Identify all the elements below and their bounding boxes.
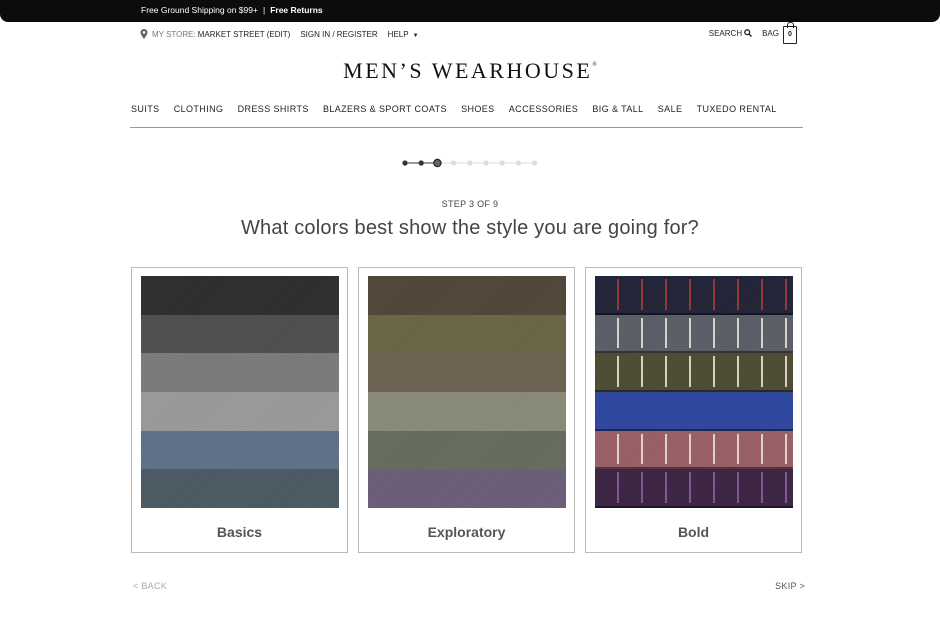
sign-in-link[interactable]: Sign In / Register	[300, 30, 377, 39]
pinstripe-pattern	[595, 317, 793, 349]
fabric-band	[595, 391, 793, 431]
pinstripe-pattern	[595, 433, 793, 465]
fabric-band	[368, 430, 566, 470]
fabric-band	[595, 430, 793, 470]
pinstripe-pattern	[595, 472, 793, 503]
promo-text: Free Ground Shipping on $99+ | Free Return…	[141, 5, 323, 15]
progress-dot-pending	[451, 160, 457, 166]
nav-item-shoes[interactable]: SHOES	[461, 104, 495, 114]
utility-right: Search Bag 0	[708, 22, 797, 44]
fabric-band	[368, 391, 566, 431]
fabric-band	[368, 353, 566, 392]
fabric-band	[368, 469, 566, 508]
fabric-band	[368, 276, 566, 315]
progress-dot-complete	[402, 160, 408, 166]
progress-dot-pending	[515, 160, 521, 166]
nav-item-tuxedo-rental[interactable]: TUXEDO RENTAL	[697, 104, 777, 114]
progress-dot-pending	[499, 160, 505, 166]
skip-link[interactable]: SKIP >	[775, 581, 805, 591]
search-label: Search	[708, 28, 743, 38]
search-icon	[744, 29, 753, 37]
option-label-basics: Basics	[216, 524, 263, 540]
progress-dot-current	[433, 158, 442, 168]
utility-left: My Store: Market Street (Edit) Sign In /…	[140, 29, 419, 39]
bag-label[interactable]: Bag	[762, 29, 779, 38]
bag-count: 0	[788, 31, 792, 38]
fabric-band	[141, 276, 339, 315]
option-card-basics[interactable]: Basics	[131, 267, 348, 553]
fabric-swatch-basics	[141, 276, 339, 508]
option-label-bold: Bold	[677, 524, 710, 540]
pinstripe-pattern	[595, 356, 793, 387]
nav-item-dress-shirts[interactable]: DRESS SHIRTS	[238, 104, 309, 114]
logo-registered-mark: ®	[592, 62, 597, 68]
fabric-band	[595, 469, 793, 508]
fabric-band	[368, 314, 566, 354]
promo-returns[interactable]: Free Returns	[270, 5, 322, 15]
progress-dot-pending	[483, 160, 489, 166]
nav-item-sale[interactable]: SALE	[658, 104, 683, 114]
option-card-exploratory[interactable]: Exploratory	[358, 267, 575, 553]
option-card-bold[interactable]: Bold	[585, 267, 802, 553]
location-pin-icon	[140, 29, 148, 39]
question-heading: What colors best show the style you are …	[240, 217, 699, 239]
fabric-swatch-exploratory	[368, 276, 566, 508]
nav-divider	[130, 127, 803, 128]
search-link[interactable]: Search	[708, 28, 753, 38]
fabric-swatch-bold	[595, 276, 793, 508]
progress-dot-complete	[418, 160, 424, 166]
store-name-link[interactable]: Market Street (Edit)	[198, 30, 291, 39]
step-label: STEP 3 OF 9	[441, 199, 499, 209]
nav-item-suits[interactable]: SUITS	[131, 104, 160, 114]
progress-dot-pending	[467, 160, 473, 166]
fabric-band	[141, 469, 339, 508]
fabric-band	[595, 276, 793, 315]
utility-bar: My Store: Market Street (Edit) Sign In /…	[130, 22, 802, 44]
progress-dots	[402, 158, 538, 168]
site-logo[interactable]: MEN’S WEARHOUSE®	[0, 58, 940, 84]
promo-shipping[interactable]: Free Ground Shipping on $99+	[141, 5, 258, 15]
help-menu[interactable]: Help ▼	[388, 30, 419, 39]
progress-stepper	[400, 156, 540, 168]
back-link[interactable]: < BACK	[133, 581, 167, 591]
nav-item-accessories[interactable]: ACCESSORIES	[509, 104, 578, 114]
nav-item-clothing[interactable]: CLOTHING	[174, 104, 224, 114]
store-prefix: My Store:	[152, 29, 196, 39]
fabric-band	[141, 353, 339, 392]
main-nav: SUITS CLOTHING DRESS SHIRTS BLAZERS & SP…	[131, 104, 791, 114]
fabric-band	[595, 353, 793, 392]
caret-down-icon: ▼	[412, 32, 419, 39]
shopping-bag-icon[interactable]: 0	[783, 22, 797, 44]
nav-item-big-tall[interactable]: BIG & TALL	[592, 104, 643, 114]
promo-separator: |	[262, 5, 266, 15]
fabric-band	[595, 314, 793, 354]
fabric-band	[141, 391, 339, 431]
fabric-band	[141, 430, 339, 470]
option-label-exploratory: Exploratory	[427, 524, 506, 540]
help-label: Help	[387, 29, 409, 39]
fabric-band	[141, 314, 339, 354]
progress-dot-pending	[532, 160, 538, 166]
promo-bar: Free Ground Shipping on $99+ | Free Return…	[0, 0, 940, 22]
logo-text: MEN’S WEARHOUSE	[343, 58, 593, 83]
pinstripe-pattern	[595, 279, 793, 310]
nav-item-blazers-sport-coats[interactable]: BLAZERS & SPORT COATS	[323, 104, 447, 114]
